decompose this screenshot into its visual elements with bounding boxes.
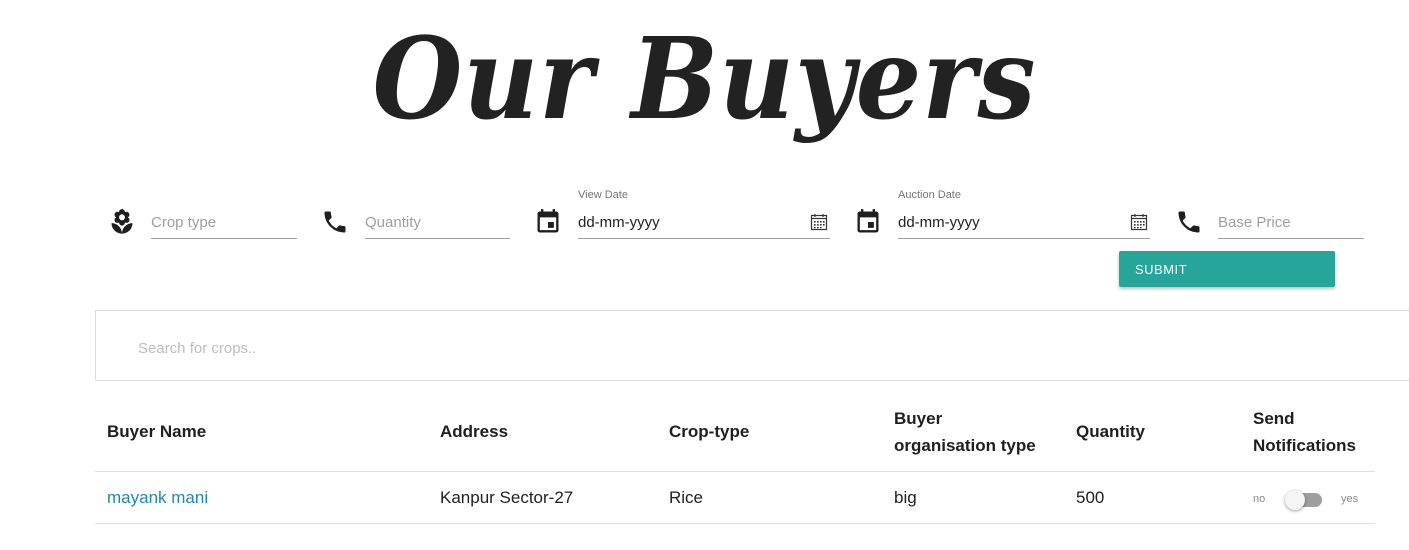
header-notify-line2: Notifications [1253, 436, 1356, 455]
header-org-type-line1: Buyer [894, 409, 943, 428]
toggle-knob[interactable] [1285, 490, 1305, 510]
auction-date-value[interactable]: dd-mm-yyyy [898, 214, 980, 231]
header-divider [95, 471, 1375, 472]
view-date-label: View Date [578, 189, 628, 201]
crop-type-input[interactable] [151, 208, 297, 236]
header-send-notifications: Send Notifications [1253, 405, 1356, 459]
calendar-icon[interactable] [1130, 213, 1148, 231]
search-box[interactable] [95, 310, 1409, 381]
crop-type-field[interactable] [151, 208, 297, 239]
header-address: Address [440, 422, 509, 441]
quantity-input[interactable] [365, 208, 510, 236]
header-org-type: Buyer organisation type [894, 405, 1036, 459]
header-org-type-line2: organisation type [894, 436, 1036, 455]
crop-type-cell: Rice [669, 488, 704, 507]
phone-icon [1175, 208, 1203, 236]
header-buyer-name: Buyer Name [107, 422, 207, 441]
event-icon [534, 208, 562, 236]
base-price-field[interactable] [1218, 208, 1364, 239]
flower-icon [108, 208, 136, 236]
event-icon [854, 208, 882, 236]
view-date-field[interactable]: dd-mm-yyyy [578, 208, 830, 239]
view-date-value[interactable]: dd-mm-yyyy [578, 214, 660, 231]
auction-date-field[interactable]: dd-mm-yyyy [898, 208, 1150, 239]
header-crop-type: Crop-type [669, 422, 750, 441]
buyer-name-link[interactable]: mayank mani [107, 486, 208, 510]
quantity-cell: 500 [1076, 488, 1105, 507]
quantity-field[interactable] [365, 208, 510, 239]
address-cell: Kanpur Sector-27 [440, 488, 574, 507]
header-quantity: Quantity [1076, 422, 1145, 441]
toggle-on-label: yes [1341, 493, 1359, 505]
header-notify-line1: Send [1253, 409, 1295, 428]
base-price-input[interactable] [1218, 208, 1364, 236]
auction-date-label: Auction Date [898, 189, 961, 201]
toggle-off-label: no [1253, 493, 1266, 505]
search-input[interactable] [136, 335, 1040, 361]
calendar-icon[interactable] [810, 213, 828, 231]
submit-button[interactable]: SUBMIT [1119, 251, 1335, 287]
page-title: Our Buyers [372, 14, 1037, 145]
phone-icon [321, 208, 349, 236]
row-divider [95, 523, 1375, 524]
org-type-cell: big [894, 488, 917, 507]
